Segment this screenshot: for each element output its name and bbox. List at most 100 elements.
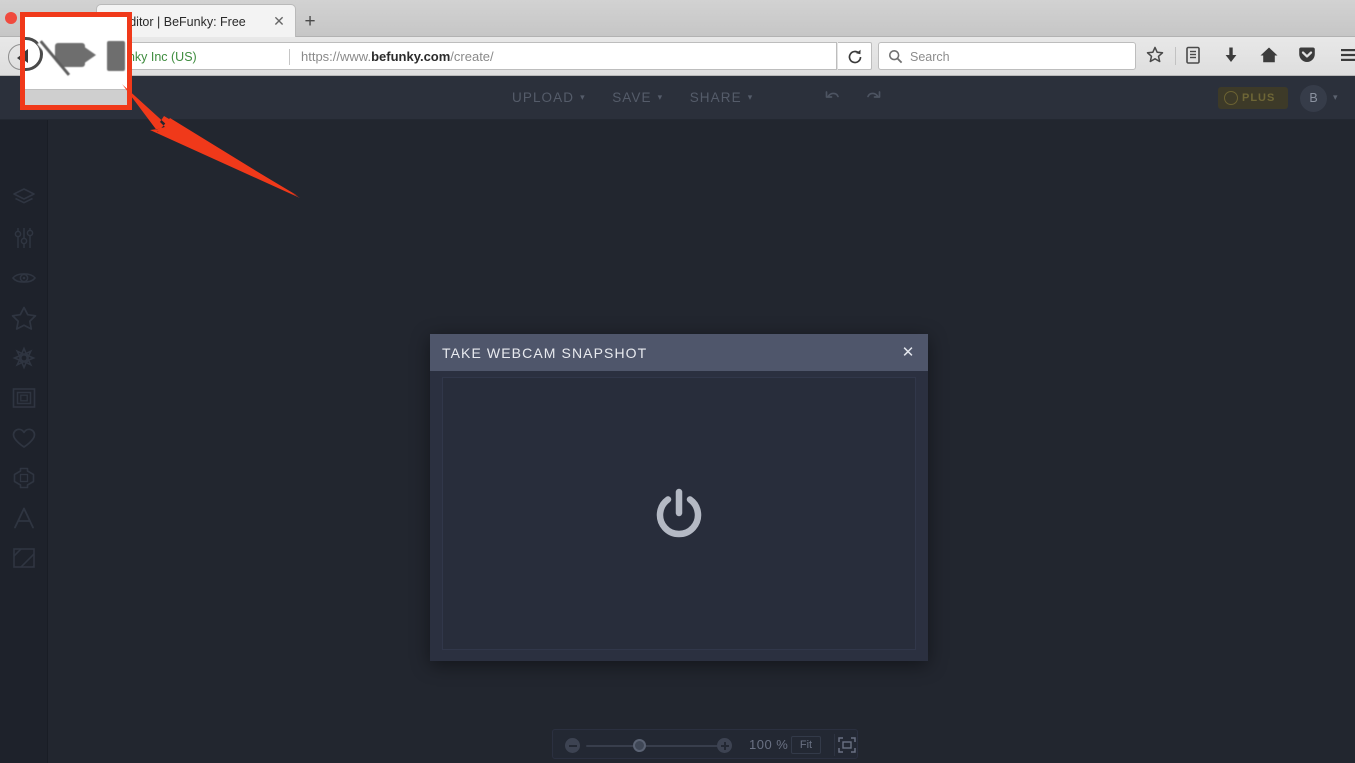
avatar-initial: B <box>1309 91 1318 105</box>
camera-lens <box>83 46 96 64</box>
power-button-icon[interactable] <box>651 486 707 542</box>
toolbar-divider <box>1175 47 1176 65</box>
fit-button[interactable]: Fit <box>791 736 821 754</box>
plus-upgrade-button[interactable]: PLUS <box>1218 87 1288 109</box>
zoom-toolbar-divider <box>834 734 835 756</box>
zoom-slider-track[interactable] <box>586 744 731 747</box>
undo-button[interactable] <box>822 86 846 110</box>
chevron-down-icon: ▾ <box>747 92 754 102</box>
ev-certificate-label: unky Inc (US) <box>121 50 197 64</box>
address-bar[interactable]: unky Inc (US) https://www.befunky.com/cr… <box>112 42 837 70</box>
screen-root: to Editor | BeFunky: Free ✕ + unky Inc (… <box>0 0 1355 763</box>
pocket-glyph <box>1299 47 1315 62</box>
home-glyph <box>1260 47 1278 63</box>
zoom-level-value: 100 % <box>749 737 789 752</box>
reload-icon[interactable] <box>838 42 872 70</box>
redo-button[interactable] <box>862 86 886 110</box>
text-a-icon <box>14 507 34 529</box>
redo-icon <box>867 91 881 98</box>
star-icon <box>11 306 37 330</box>
search-icon <box>888 49 903 64</box>
camera-body <box>55 43 85 67</box>
library-glyph <box>1186 46 1200 64</box>
layers-icon <box>13 188 35 204</box>
plus-label: PLUS <box>1242 92 1276 104</box>
hamburger-menu-icon[interactable] <box>1338 44 1355 68</box>
url-text: https://www.befunky.com/create/ <box>301 49 494 65</box>
dialog-body <box>430 371 928 661</box>
search-input[interactable]: Search <box>878 42 1136 70</box>
callout-partial-icon <box>107 41 125 71</box>
share-menu-button[interactable]: SHARE ▾ <box>690 84 754 112</box>
url-path: /create/ <box>450 49 494 64</box>
save-label: SAVE <box>612 90 652 105</box>
sidebar-item-effects[interactable] <box>8 302 40 334</box>
sidebar-item-frames[interactable] <box>8 382 40 414</box>
callout-gray-band <box>25 89 127 105</box>
zoom-slider-handle[interactable] <box>633 739 647 752</box>
navigation-bar: unky Inc (US) https://www.befunky.com/cr… <box>0 37 1355 76</box>
upload-label: UPLOAD <box>512 90 575 105</box>
download-arrow-glyph <box>1225 47 1237 62</box>
sidebar-item-layers[interactable] <box>8 182 40 214</box>
fit-to-screen-icon[interactable] <box>838 737 856 753</box>
url-separator <box>289 49 290 65</box>
downloads-icon[interactable] <box>1220 44 1244 68</box>
zoom-toolbar: 100 % Fit <box>552 729 858 759</box>
heart-icon <box>12 428 36 448</box>
new-tab-button[interactable]: + <box>300 12 320 32</box>
sidebar-item-graphics[interactable] <box>8 542 40 574</box>
window-close-button[interactable] <box>5 12 17 24</box>
sidebar-item-text[interactable] <box>8 502 40 534</box>
fit-label: Fit <box>799 739 813 751</box>
browser-toolbar-icons <box>1144 42 1355 70</box>
sliders-icon <box>14 228 34 248</box>
bookmark-star-icon[interactable] <box>1144 44 1168 68</box>
sidebar-item-textures[interactable] <box>8 462 40 494</box>
sidebar-item-edit[interactable] <box>8 222 40 254</box>
url-domain: befunky.com <box>371 49 451 64</box>
sidebar-item-touchup[interactable] <box>8 262 40 294</box>
browser-chrome: to Editor | BeFunky: Free ✕ + unky Inc (… <box>0 0 1355 76</box>
callout-inner <box>25 17 127 105</box>
undo-icon <box>825 91 839 98</box>
avatar[interactable]: B <box>1300 85 1327 112</box>
sidebar-item-artsy[interactable] <box>8 342 40 374</box>
search-placeholder: Search <box>910 50 950 64</box>
home-icon[interactable] <box>1258 44 1282 68</box>
webcam-preview-area[interactable] <box>442 377 916 650</box>
chevron-down-icon: ▾ <box>657 92 664 102</box>
save-menu-button[interactable]: SAVE ▾ <box>612 84 663 112</box>
camera-blocked-icon <box>37 42 97 78</box>
plus-crown-icon <box>1224 91 1238 105</box>
close-icon[interactable]: ✕ <box>898 343 918 363</box>
zoomed-camera-blocked-callout <box>20 12 132 110</box>
upload-menu-button[interactable]: UPLOAD ▾ <box>512 84 586 112</box>
url-scheme: https://www. <box>301 49 372 64</box>
eye-icon <box>12 273 36 283</box>
hatched-square-icon <box>13 548 35 568</box>
badge-icon <box>13 467 35 489</box>
zoom-in-icon[interactable] <box>717 738 732 753</box>
tab-close-icon[interactable]: ✕ <box>271 13 287 29</box>
hamburger-glyph <box>1341 49 1355 61</box>
pocket-icon[interactable] <box>1296 44 1320 68</box>
reload-glyph <box>848 49 862 64</box>
app-menu-group: UPLOAD ▾ SAVE ▾ SHARE ▾ <box>512 84 775 112</box>
chevron-down-icon: ▾ <box>580 92 586 102</box>
fit-screen-glyph <box>838 737 856 753</box>
library-icon[interactable] <box>1182 44 1206 68</box>
dialog-header: TAKE WEBCAM SNAPSHOT ✕ <box>430 334 928 371</box>
dialog-title: TAKE WEBCAM SNAPSHOT <box>442 345 648 361</box>
star-glyph <box>1146 46 1164 63</box>
tab-strip: to Editor | BeFunky: Free ✕ + <box>0 0 1355 37</box>
left-sidebar <box>0 120 48 763</box>
share-label: SHARE <box>689 90 742 105</box>
red-pointer-arrow <box>122 84 300 198</box>
sidebar-item-overlays[interactable] <box>8 422 40 454</box>
account-chevron-down-icon[interactable]: ▾ <box>1333 92 1338 103</box>
zoom-out-icon[interactable] <box>565 738 580 753</box>
webcam-snapshot-dialog: TAKE WEBCAM SNAPSHOT ✕ <box>430 334 928 661</box>
frame-icon <box>12 388 36 408</box>
flower-icon <box>12 346 36 370</box>
